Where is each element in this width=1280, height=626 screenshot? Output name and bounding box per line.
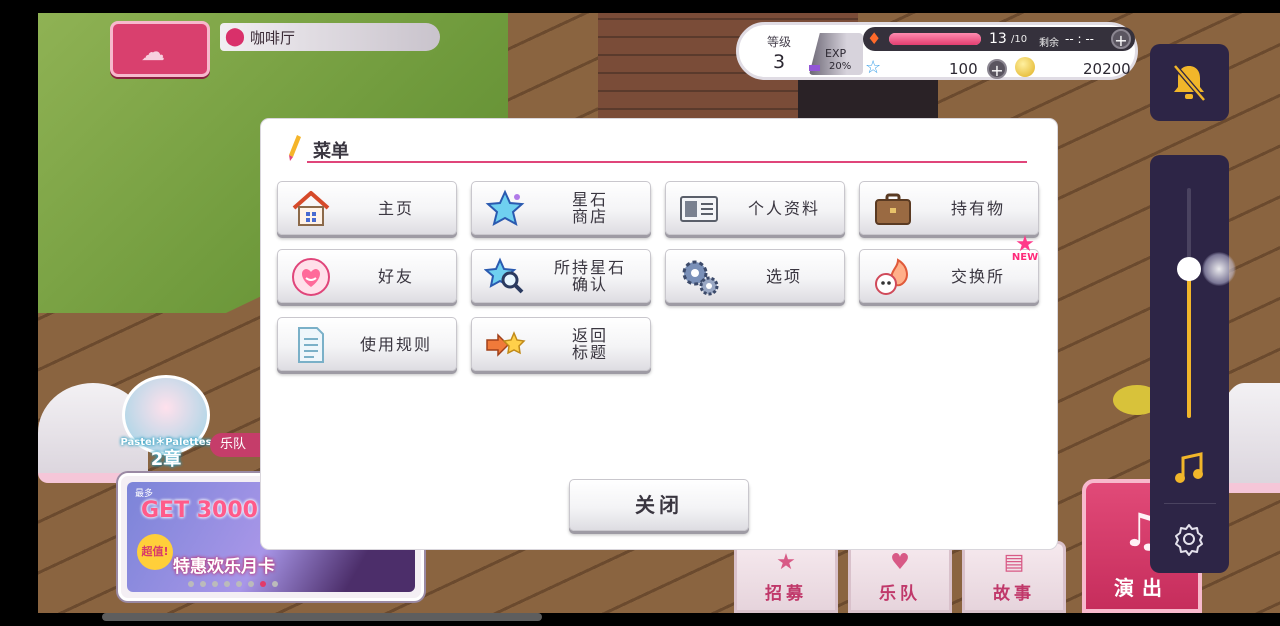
- mute-notifications-button[interactable]: [1150, 44, 1229, 121]
- exchange-icon: [875, 258, 908, 295]
- coin-count: 20200: [1083, 60, 1131, 78]
- gacha-icon: ★: [776, 550, 796, 575]
- gears-icon: [682, 260, 719, 296]
- menu-label: 返回 标题: [571, 326, 608, 362]
- exp-percent: 20%: [829, 61, 852, 72]
- menu-label: 选项: [765, 266, 802, 286]
- volume-knob[interactable]: [1177, 256, 1201, 281]
- volume-glow: [1202, 251, 1236, 286]
- nav-button-story[interactable]: ▤ 故事: [962, 541, 1066, 613]
- menu-button-star-stone-check[interactable]: 所持星石 确认: [471, 249, 651, 303]
- coin-icon: [1015, 57, 1035, 77]
- star-search-icon: [484, 257, 524, 294]
- title-divider: [307, 161, 1027, 163]
- map-icon: ☁: [141, 38, 165, 66]
- exp-fill: [809, 65, 820, 71]
- add-star-stone-button[interactable]: +: [987, 59, 1007, 80]
- volume-fill: [1187, 268, 1191, 418]
- location-name: 咖啡厅: [250, 28, 296, 47]
- stamina-fill: [889, 33, 981, 45]
- menu-title: 菜单: [313, 141, 349, 162]
- banner-dot[interactable]: [236, 581, 242, 587]
- menu-label: 所持星石 确认: [553, 258, 626, 294]
- banner-dot[interactable]: [224, 581, 230, 587]
- exp-label: EXP: [825, 47, 847, 60]
- nav-button-band[interactable]: ♥ 乐队: [848, 541, 952, 613]
- stamina-value: 13: [989, 31, 1007, 47]
- menu-button-exchange[interactable]: 交换所 ★ NEW: [859, 234, 1039, 303]
- new-badge: ★ NEW: [1008, 234, 1042, 270]
- banner-headline: GET 3000: [141, 498, 258, 523]
- stamina-remaining-label: 剩余: [1039, 38, 1059, 49]
- menu-button-home[interactable]: 主页: [277, 181, 457, 235]
- close-button[interactable]: 关闭: [569, 479, 749, 531]
- menu-button-friends[interactable]: 好友: [277, 249, 457, 303]
- profile-card-icon: [680, 196, 718, 222]
- banner-pagination: [188, 581, 278, 587]
- menu-label: 星石 商店: [571, 190, 608, 226]
- stamina-remaining-time: -- : --: [1065, 32, 1094, 46]
- menu-label: 好友: [377, 266, 414, 286]
- nav-button-gacha[interactable]: ★ 招募: [734, 541, 838, 613]
- control-divider: [1164, 503, 1216, 504]
- band-chapter: 2章: [150, 449, 182, 470]
- stamina-bar: [889, 33, 981, 45]
- banner-dot[interactable]: [188, 581, 194, 587]
- horizontal-scrollbar[interactable]: [102, 613, 542, 621]
- story-icon: ▤: [1003, 550, 1025, 575]
- cafe-table-right: [1220, 383, 1280, 493]
- bell-mute-icon: [1173, 64, 1206, 102]
- add-stamina-button[interactable]: +: [1111, 29, 1131, 50]
- menu-label: 个人资料: [747, 198, 820, 218]
- menu-label: 使用规则: [359, 334, 432, 354]
- menu-button-profile[interactable]: 个人资料: [665, 181, 845, 235]
- pencil-icon: [289, 135, 301, 161]
- level-label: 等级: [767, 35, 792, 49]
- banner-dot[interactable]: [248, 581, 254, 587]
- band-icon: ♥: [890, 550, 910, 575]
- nav-label: 招募: [765, 584, 807, 604]
- live-label: 演出: [1114, 576, 1170, 600]
- map-button[interactable]: ☁: [110, 21, 210, 77]
- location-label: ⬤ 咖啡厅: [220, 23, 440, 51]
- banner-card-name: 特惠欢乐月卡: [173, 557, 275, 577]
- flame-icon: ♦: [867, 29, 882, 48]
- banner-value-badge: 超值!: [137, 534, 173, 570]
- menu-dialog: 菜单 主页 星石 商店 个人资料 持有物 好友 所持星石 确认 选项 交换所 ★…: [261, 119, 1057, 549]
- menu-label: 主页: [377, 198, 414, 218]
- music-note-icon[interactable]: [1170, 448, 1210, 488]
- star-shop-icon: [485, 189, 525, 226]
- menu-label: 持有物: [950, 198, 1005, 218]
- document-icon: [298, 327, 324, 363]
- status-hud: 等级 3 EXP 20% ♦ 13 /10 剩余 -- : -- + ☆ 100…: [736, 22, 1138, 80]
- home-icon: [292, 191, 330, 226]
- nav-label: 故事: [993, 584, 1035, 604]
- menu-button-options[interactable]: 选项: [665, 249, 845, 303]
- stamina-max: /10: [1011, 34, 1028, 45]
- friend-heart-icon: [292, 258, 330, 296]
- nav-label: 乐队: [879, 584, 921, 604]
- banner-dot[interactable]: [200, 581, 206, 587]
- location-pin-icon: ⬤: [224, 26, 246, 47]
- gear-icon[interactable]: [1172, 522, 1206, 556]
- level-value: 3: [773, 51, 786, 73]
- menu-button-terms[interactable]: 使用规则: [277, 317, 457, 371]
- return-title-icon: [486, 331, 526, 357]
- bag-icon: [875, 193, 911, 225]
- star-stone-count: 100: [949, 60, 978, 78]
- banner-dot[interactable]: [212, 581, 218, 587]
- menu-button-return-title[interactable]: 返回 标题: [471, 317, 651, 371]
- menu-button-inventory[interactable]: 持有物: [859, 181, 1039, 235]
- new-badge-text: NEW: [1011, 252, 1039, 263]
- banner-dot[interactable]: [272, 581, 278, 587]
- star-stone-icon: ☆: [865, 57, 882, 78]
- menu-button-star-shop[interactable]: 星石 商店: [471, 181, 651, 235]
- banner-dot[interactable]: [260, 581, 266, 587]
